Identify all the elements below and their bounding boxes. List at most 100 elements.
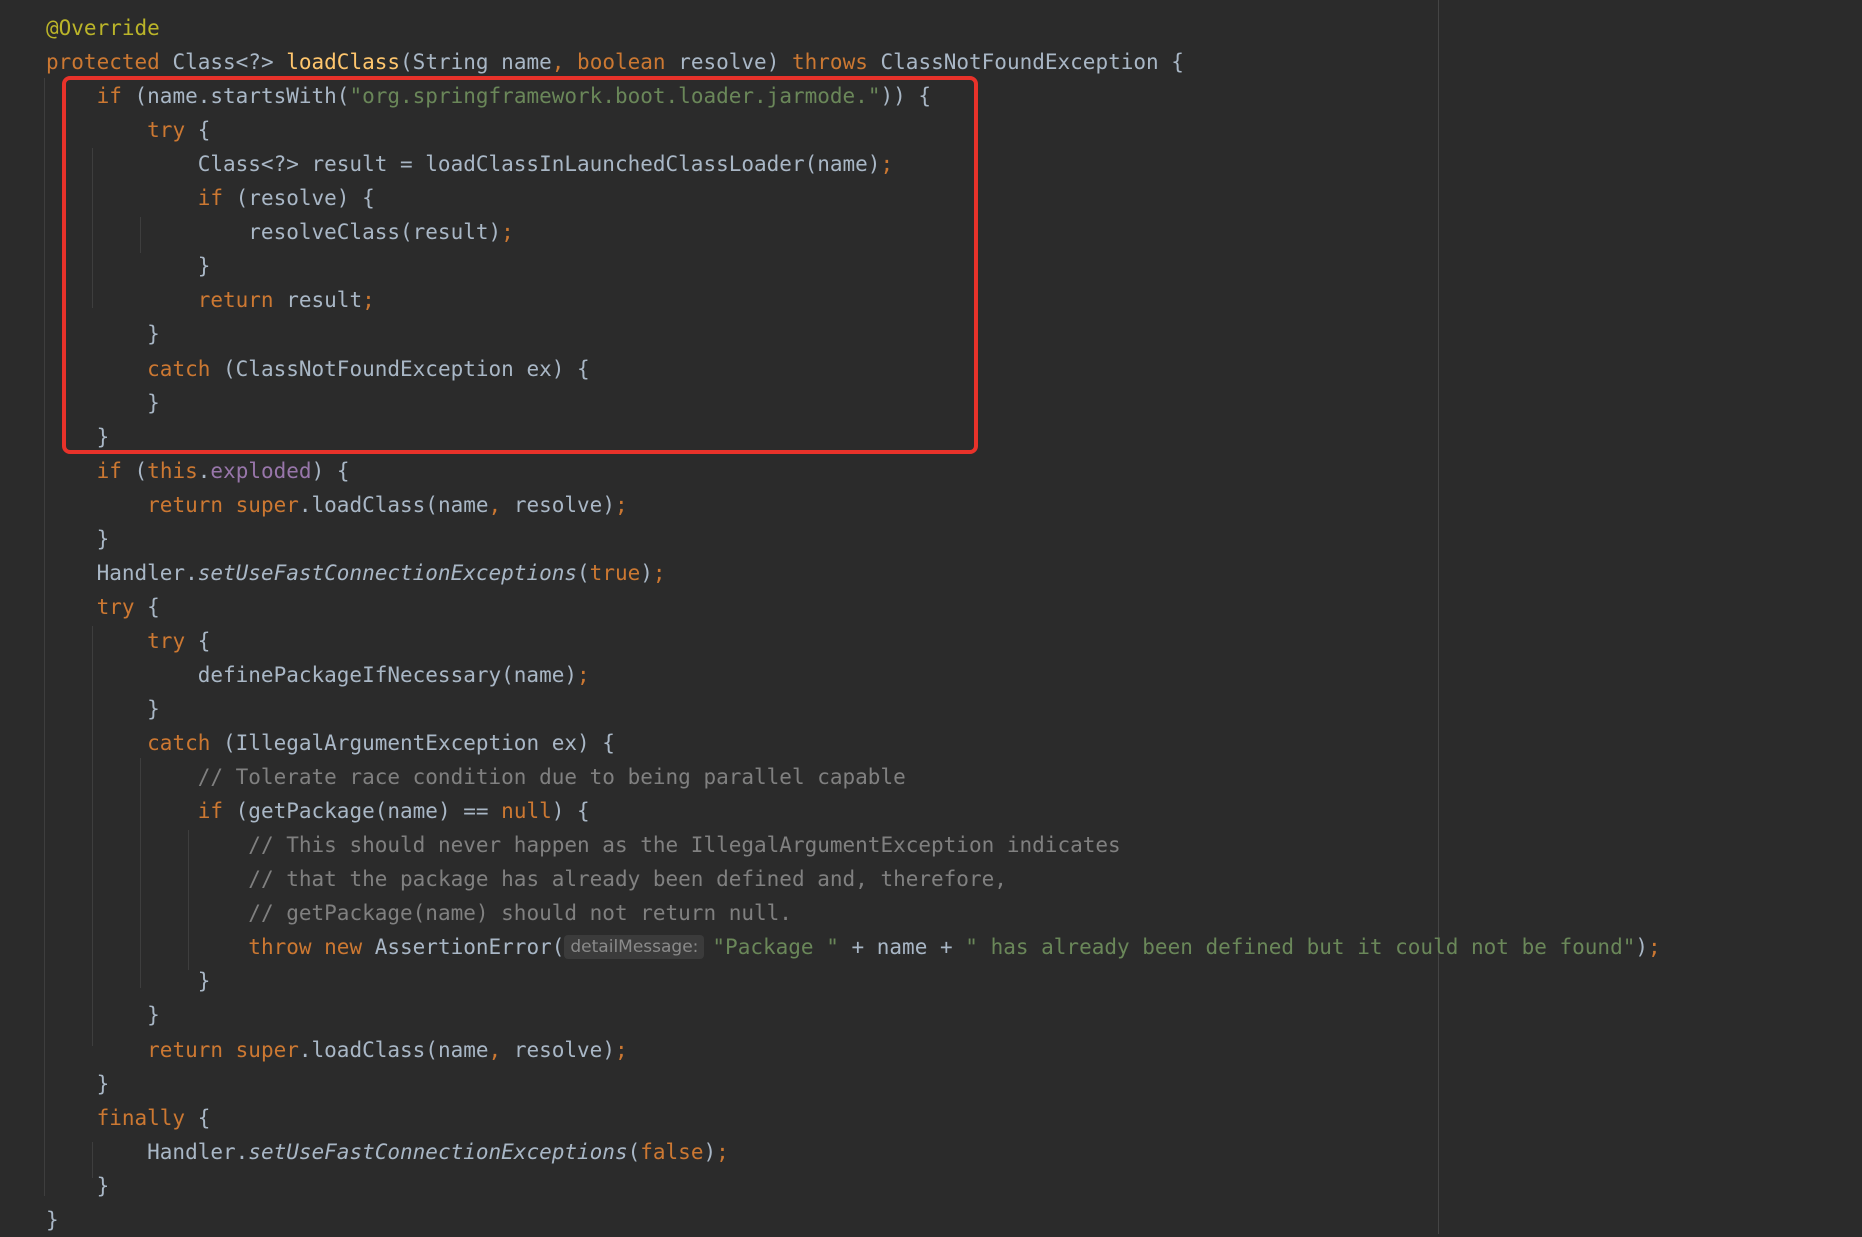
code-token: setUseFastConnectionExceptions <box>248 1139 628 1164</box>
code-line[interactable]: } <box>0 522 1862 556</box>
code-token: { <box>147 594 160 619</box>
code-token: (getPackage(name) == <box>235 799 502 824</box>
code-line[interactable]: try { <box>0 590 1862 624</box>
code-token: (String name <box>400 50 552 75</box>
code-editor[interactable]: @Override protected Class<?> loadClass(St… <box>0 0 1862 1234</box>
code-token: resolve) <box>678 50 792 75</box>
code-token: ) <box>1635 935 1649 960</box>
code-token: try <box>147 628 198 653</box>
code-token: (IllegalArgumentException ex) { <box>223 731 615 756</box>
code-token: { <box>197 1105 211 1130</box>
code-line[interactable]: Handler.setUseFastConnectionExceptions(f… <box>0 1135 1862 1169</box>
code-line[interactable]: finally { <box>0 1101 1862 1135</box>
code-token: throws <box>792 50 881 75</box>
code-token: definePackageIfNecessary(name) <box>46 662 578 687</box>
code-line[interactable]: catch (IllegalArgumentException ex) { <box>0 726 1862 760</box>
code-token: return super <box>147 1037 299 1062</box>
code-token: ) { <box>311 458 350 483</box>
code-line[interactable]: // This should never happen as the Illeg… <box>0 828 1862 862</box>
code-token: ) <box>703 1139 717 1164</box>
code-token: @Override <box>46 16 160 40</box>
code-token: Class<?> <box>172 50 287 75</box>
code-token: loadClass <box>286 50 401 75</box>
code-token: ) <box>640 560 653 585</box>
code-line[interactable]: Handler.setUseFastConnectionExceptions(t… <box>0 556 1862 590</box>
code-line[interactable]: } <box>0 1169 1862 1203</box>
code-token: if <box>96 458 135 483</box>
code-line[interactable]: } <box>0 692 1862 726</box>
code-token: , <box>488 1037 514 1062</box>
code-token: ( <box>134 458 148 483</box>
code-token: ; <box>1648 935 1661 960</box>
code-token: boolean <box>577 50 679 75</box>
code-token: // Tolerate race condition due to being … <box>197 765 906 790</box>
code-token: catch <box>147 731 224 756</box>
code-token: ; <box>716 1139 729 1164</box>
code-token: ( <box>627 1139 641 1164</box>
code-line[interactable]: return super.loadClass(name, resolve); <box>0 1033 1862 1067</box>
code-token: , <box>551 50 578 75</box>
code-token: ; <box>614 1037 628 1062</box>
code-token: Handler. <box>46 560 198 585</box>
code-token: try <box>96 594 148 619</box>
code-token: { <box>197 628 211 653</box>
code-token: " has already been defined but it could … <box>965 935 1636 960</box>
code-line[interactable]: protected Class<?> loadClass(String name… <box>0 45 1862 79</box>
code-token: ClassNotFoundException { <box>880 50 1184 75</box>
code-token: . <box>197 458 211 483</box>
code-token: protected <box>46 50 173 75</box>
code-token: true <box>589 560 641 585</box>
code-token: } <box>46 1071 110 1096</box>
code-token: setUseFastConnectionExceptions <box>197 560 578 585</box>
code-line[interactable]: } <box>0 1203 1862 1237</box>
code-line[interactable]: // Tolerate race condition due to being … <box>0 760 1862 794</box>
code-line[interactable]: if (this.exploded) { <box>0 454 1862 488</box>
code-token: Handler. <box>46 1139 249 1164</box>
highlight-box <box>62 76 978 454</box>
code-line[interactable]: throw new AssertionError(detailMessage: "… <box>0 930 1862 964</box>
code-token: return super <box>147 492 299 517</box>
code-token: finally <box>96 1105 198 1130</box>
code-token: ; <box>614 492 628 517</box>
parameter-hint: detailMessage: <box>564 935 705 960</box>
code-token: resolve) <box>513 492 615 517</box>
code-line[interactable]: if (getPackage(name) == null) { <box>0 794 1862 828</box>
code-line[interactable]: definePackageIfNecessary(name); <box>0 658 1862 692</box>
code-token: // getPackage(name) should not return nu… <box>248 901 792 926</box>
code-token: exploded <box>210 458 312 483</box>
code-token: false <box>640 1139 704 1164</box>
code-token: } <box>46 969 211 994</box>
code-token: + name + <box>838 935 966 960</box>
code-token: ) { <box>551 799 590 824</box>
code-line[interactable]: } <box>0 998 1862 1032</box>
code-line[interactable]: try { <box>0 624 1862 658</box>
code-token: throw new <box>248 935 375 960</box>
code-token: this <box>147 458 198 483</box>
code-line[interactable]: return super.loadClass(name, resolve); <box>0 488 1862 522</box>
code-token: } <box>46 1207 59 1232</box>
code-token: ; <box>577 662 590 687</box>
code-line[interactable]: // getPackage(name) should not return nu… <box>0 896 1862 930</box>
code-token: if <box>197 799 236 824</box>
code-token: .loadClass(name <box>298 1037 489 1062</box>
code-token: } <box>46 526 110 551</box>
code-token: .loadClass(name <box>298 492 489 517</box>
code-token: "Package " <box>712 935 839 960</box>
code-token: ; <box>652 560 666 585</box>
code-line[interactable]: @Override <box>0 11 1862 45</box>
code-line[interactable]: } <box>0 964 1862 998</box>
code-line[interactable]: // that the package has already been def… <box>0 862 1862 896</box>
code-line[interactable]: } <box>0 1067 1862 1101</box>
code-token: } <box>46 1173 110 1198</box>
